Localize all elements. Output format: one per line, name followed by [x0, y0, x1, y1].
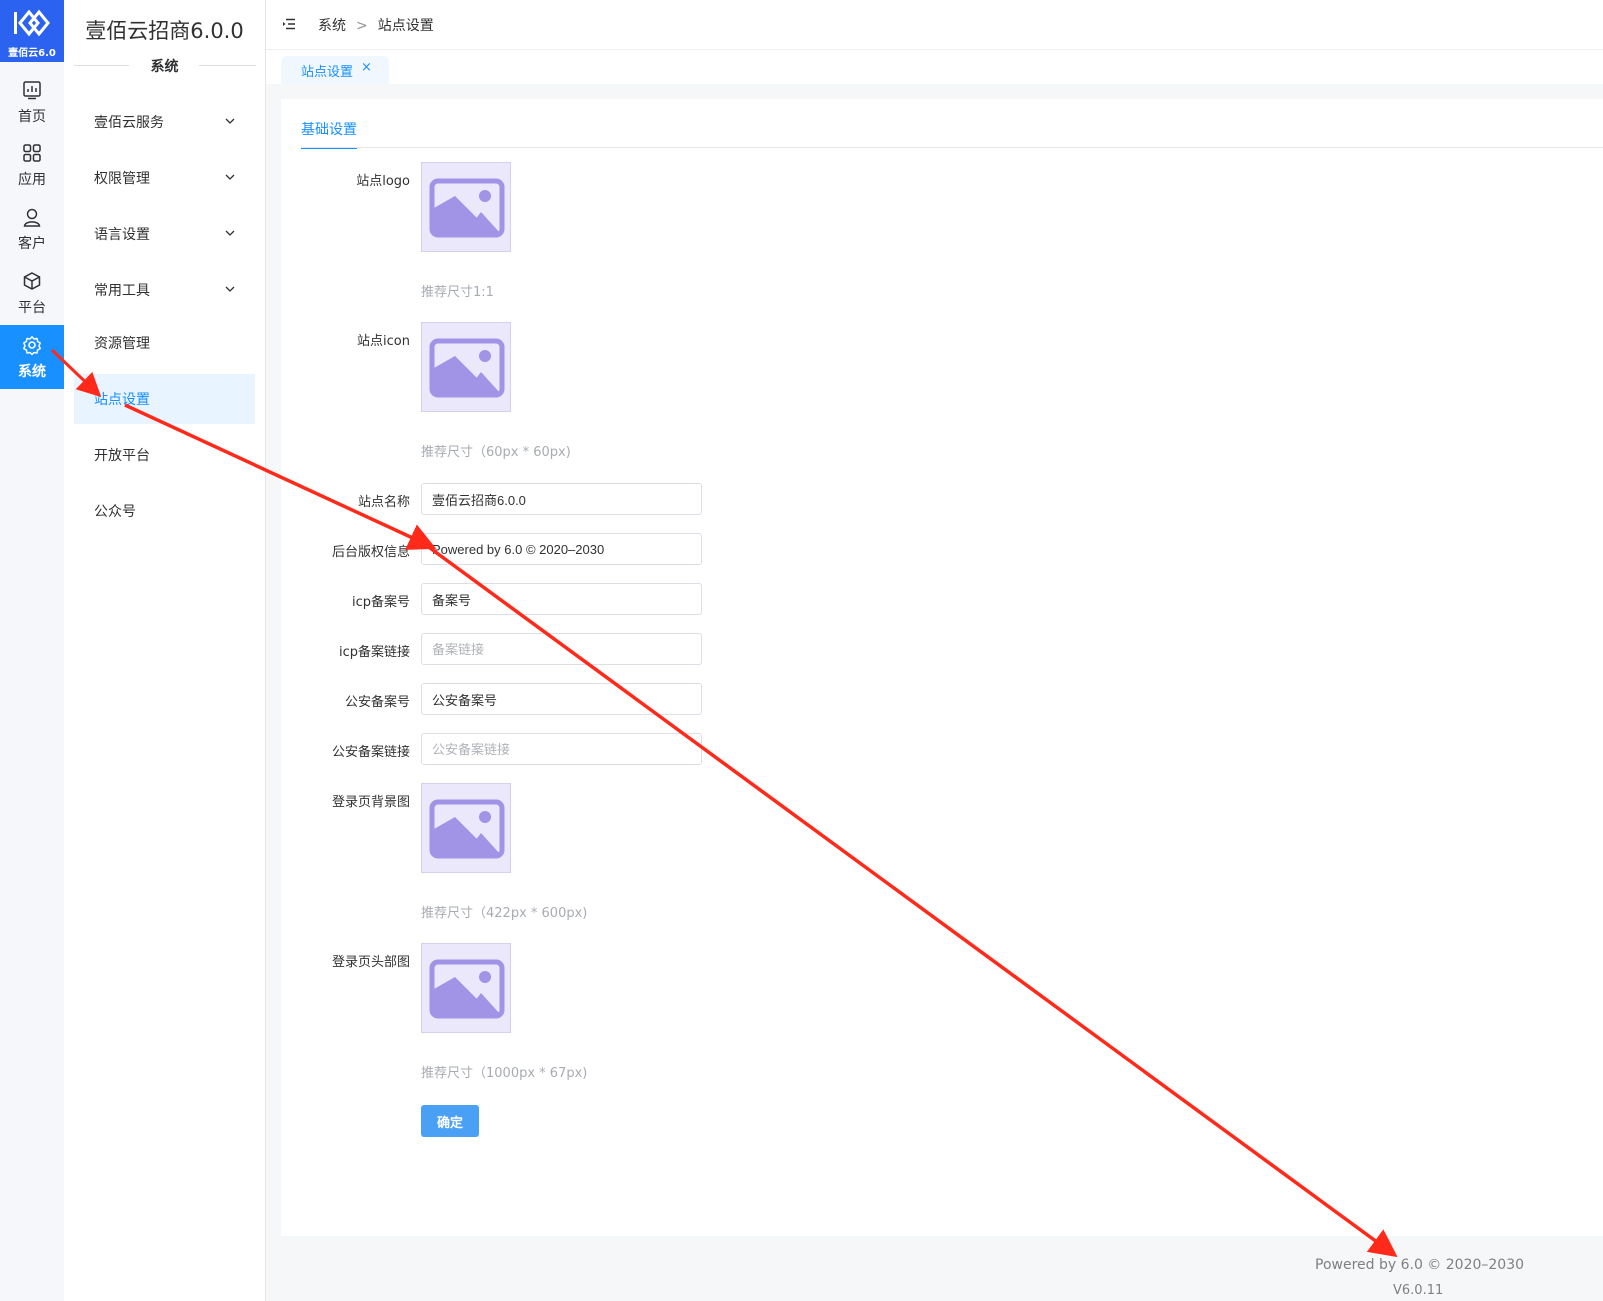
sidebar-app-title: 壹佰云招商6.0.0	[85, 19, 244, 43]
image-placeholder-icon	[429, 178, 505, 238]
chevron-down-icon	[225, 174, 235, 180]
site-name-label: 站点名称	[357, 495, 410, 510]
sidebar-item-official-account[interactable]: 公众号	[74, 486, 255, 536]
sidebar-section-title: 系统	[150, 59, 179, 75]
footer-version: V6.0.11	[1393, 1283, 1444, 1298]
police-link-input[interactable]	[421, 733, 702, 765]
tag-label: 站点设置	[301, 65, 354, 80]
sidebar-item-label: 壹佰云服务	[94, 115, 164, 131]
logo-text: 壹佰云6.0	[8, 48, 56, 59]
login-header-label: 登录页头部图	[331, 955, 410, 970]
rail-label: 应用	[18, 172, 46, 188]
site-name-input[interactable]	[421, 483, 702, 515]
breadcrumb-separator: >	[356, 18, 368, 34]
sidebar-item-label: 开放平台	[94, 448, 150, 464]
sidebar-item-tools[interactable]: 常用工具	[74, 265, 255, 315]
secondary-sidebar: 壹佰云招商6.0.0 系统 壹佰云服务 权限管理 语言设置 常用工具 资源管理 …	[64, 0, 266, 1301]
sidebar-item-label: 公众号	[94, 504, 136, 520]
login-bg-uploader[interactable]	[421, 783, 511, 873]
sidebar-item-label: 站点设置	[94, 392, 150, 408]
breadcrumb-item-system[interactable]: 系统	[318, 18, 346, 34]
sidebar-item-label: 语言设置	[94, 227, 150, 243]
login-bg-hint: 推荐尺寸（422px * 600px)	[421, 906, 588, 921]
user-icon	[23, 208, 41, 227]
sidebar-item-label: 资源管理	[94, 336, 150, 352]
rail-item-customers[interactable]: 客户	[0, 197, 64, 261]
icp-link-input[interactable]	[421, 633, 702, 665]
submit-button[interactable]: 确定	[421, 1105, 479, 1137]
tags-bar: 站点设置 ×	[266, 50, 1603, 84]
sidebar-item-site-settings[interactable]: 站点设置	[74, 374, 255, 424]
rail-label: 首页	[18, 109, 46, 125]
login-header-hint: 推荐尺寸（1000px * 67px)	[421, 1066, 588, 1081]
sidebar-item-yibaiyun-service[interactable]: 壹佰云服务	[74, 97, 255, 147]
rail-item-platform[interactable]: 平台	[0, 261, 64, 325]
close-icon[interactable]: ×	[361, 60, 372, 75]
logo-mark-icon	[14, 9, 50, 37]
sidebar-item-permissions[interactable]: 权限管理	[74, 153, 255, 203]
sidebar-item-resources[interactable]: 资源管理	[74, 318, 255, 368]
site-logo-label: 站点logo	[356, 174, 410, 189]
image-placeholder-icon	[429, 799, 505, 859]
rail-item-apps[interactable]: 应用	[0, 133, 64, 197]
login-header-uploader[interactable]	[421, 943, 511, 1033]
copyright-label: 后台版权信息	[331, 545, 410, 560]
top-header: 系统 > 站点设置	[266, 0, 1603, 50]
sidebar-item-label: 权限管理	[94, 171, 150, 187]
site-icon-label: 站点icon	[357, 334, 410, 349]
chevron-down-icon	[225, 286, 235, 292]
breadcrumb: 系统 > 站点设置	[318, 15, 434, 35]
site-icon-uploader[interactable]	[421, 322, 511, 412]
sidebar-item-language[interactable]: 语言设置	[74, 209, 255, 259]
apps-grid-icon	[23, 144, 41, 162]
dashboard-icon	[23, 81, 41, 100]
cube-icon	[23, 272, 41, 290]
sidebar-item-label: 常用工具	[94, 283, 150, 299]
rail-item-system[interactable]: 系统	[0, 325, 64, 389]
police-record-input[interactable]	[421, 683, 702, 715]
tab-basic-settings[interactable]: 基础设置	[301, 119, 357, 149]
chevron-down-icon	[225, 118, 235, 124]
police-record-label: 公安备案号	[344, 695, 410, 710]
rail-item-home[interactable]: 首页	[0, 70, 64, 134]
footer-copyright: Powered by 6.0 © 2020–2030	[1315, 1257, 1525, 1273]
rail-label: 客户	[18, 236, 46, 252]
icp-input[interactable]	[421, 583, 702, 615]
login-bg-label: 登录页背景图	[331, 795, 410, 810]
police-link-label: 公安备案链接	[331, 745, 410, 760]
app-logo[interactable]: 壹佰云6.0	[0, 0, 64, 62]
tab-site-settings[interactable]: 站点设置 ×	[281, 56, 389, 84]
menu-fold-icon[interactable]	[282, 17, 296, 31]
copyright-input[interactable]	[421, 533, 702, 565]
icp-label: icp备案号	[351, 595, 410, 610]
chevron-down-icon	[225, 230, 235, 236]
icon-rail: 壹佰云6.0 首页 应用 客户 平台 系统	[0, 0, 64, 1301]
section-divider-right	[199, 65, 256, 66]
gear-icon	[23, 336, 41, 355]
site-icon-hint: 推荐尺寸（60px * 60px)	[421, 445, 571, 460]
site-logo-hint: 推荐尺寸1:1	[421, 285, 494, 300]
rail-label: 平台	[18, 300, 46, 316]
breadcrumb-item-site-settings: 站点设置	[377, 18, 434, 34]
image-placeholder-icon	[429, 338, 505, 398]
site-logo-uploader[interactable]	[421, 162, 511, 252]
icp-link-label: icp备案链接	[338, 645, 410, 660]
rail-label: 系统	[18, 364, 46, 380]
app-root: 壹佰云6.0 首页 应用 客户 平台 系统 壹佰云招商6.0.0 系统 壹佰云服…	[0, 0, 1603, 1301]
image-placeholder-icon	[429, 959, 505, 1019]
tab-divider	[301, 147, 1603, 148]
sidebar-item-open-platform[interactable]: 开放平台	[74, 430, 255, 480]
